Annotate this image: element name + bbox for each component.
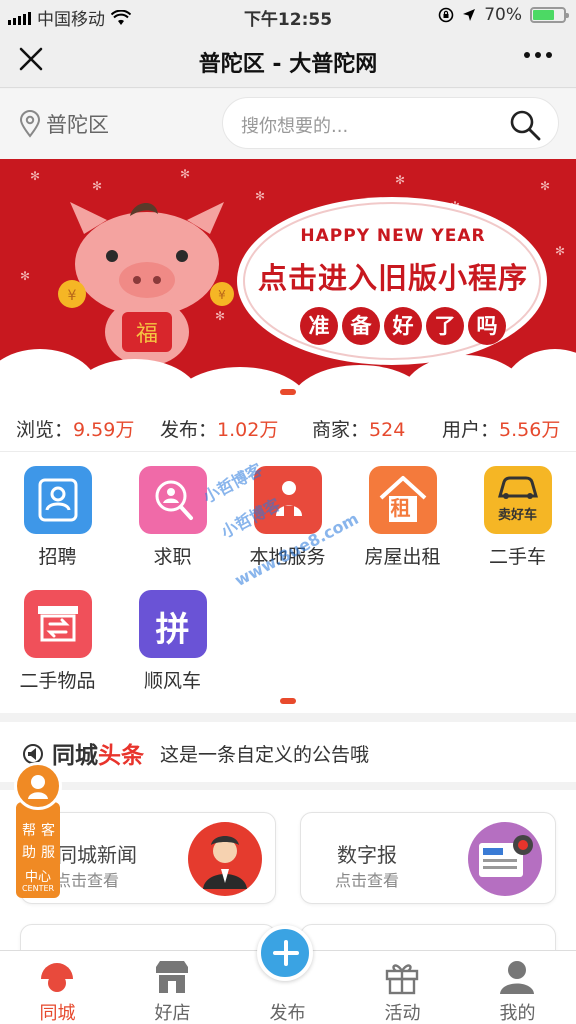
banner-sub-char: 准 (300, 307, 338, 345)
search-person-icon[interactable] (138, 466, 207, 534)
location-label: 普陀区 (46, 113, 109, 137)
category-label: 求职 (153, 546, 192, 568)
tab-profile[interactable]: 我的 (460, 951, 575, 1024)
battery-percent: 70% (484, 5, 522, 25)
card-digital-paper[interactable]: 数字报 点击查看 (300, 812, 556, 904)
customer-service-icon[interactable] (14, 762, 62, 810)
banner-headline-en: HAPPY NEW YEAR (300, 226, 486, 246)
category-grid: 招聘 求职 本地服务 租 房屋出租 卖好车 二手车 二手物品 拼 顺风车 (0, 451, 576, 713)
car-icon[interactable]: 卖好车 (483, 466, 552, 534)
banner-page-indicator (280, 389, 296, 395)
help-center-body[interactable]: 帮助 客服 中心 CENTER (16, 802, 60, 898)
banner-subline: 准备好了吗 (300, 307, 506, 345)
carpool-icon[interactable]: 拼 (138, 590, 207, 658)
svg-text:¥: ¥ (218, 288, 226, 302)
pig-mascot-image: 福 ¥ ¥ (58, 202, 234, 366)
card-title: 数字报 (337, 843, 397, 867)
banner-headline-cn: 点击进入旧版小程序 (257, 261, 528, 295)
fu-text: 福 (136, 322, 158, 347)
category-used-car[interactable]: 卖好车 二手车 (460, 466, 575, 569)
banner-sub-char: 了 (426, 307, 464, 345)
rotation-lock-icon (438, 7, 454, 23)
user-icon (500, 961, 534, 994)
tab-label: 同城 (39, 1003, 76, 1024)
card-title: 同城新闻 (57, 843, 137, 867)
promo-banner[interactable]: ✻ ✻ ✻ ✻ ✻ ✻ ✻ ✻ ✻ ✻ ✻ 福 ¥ ¥ (0, 159, 576, 401)
tab-publish[interactable]: 发布 (230, 925, 345, 1024)
resume-icon[interactable] (23, 466, 92, 534)
card-subtitle: 点击查看 (335, 871, 400, 890)
search-input[interactable]: 搜你想要的... (222, 97, 559, 149)
gift-icon (385, 964, 419, 995)
card-subtitle: 点击查看 (55, 871, 120, 890)
rent-badge: 租 (390, 496, 411, 520)
search-placeholder: 搜你想要的... (241, 116, 349, 137)
location-selector[interactable]: 普陀区 (18, 109, 109, 139)
newspaper-icon (468, 822, 542, 896)
help-center-button[interactable]: 帮助 客服 中心 CENTER (14, 762, 62, 900)
category-label: 顺风车 (143, 670, 201, 692)
search-icon[interactable] (508, 108, 542, 142)
svg-text:¥: ¥ (68, 288, 77, 304)
house-rent-icon[interactable]: 租 (368, 466, 437, 534)
reporter-avatar-icon (188, 822, 262, 896)
notice-text: 这是一条自定义的公告哦 (160, 744, 370, 766)
stats-bar: 浏览：9.59万 发布：1.02万 商家：524 用户：5.56万 (0, 401, 576, 451)
notice-bar[interactable]: 同城头条 这是一条自定义的公告哦 (0, 722, 576, 782)
banner-sub-char: 吗 (468, 307, 506, 345)
banner-sub-char: 备 (342, 307, 380, 345)
category-label: 房屋出租 (364, 546, 441, 568)
stat-merchants: 商家：524 (312, 419, 406, 441)
category-label: 招聘 (38, 546, 77, 568)
category-house-rent[interactable]: 租 房屋出租 (345, 466, 460, 569)
status-bar: 中国移动 下午12:55 70% (0, 0, 576, 30)
page-title: 普陀区 - 大普陀网 (198, 52, 378, 77)
grid-page-indicator (280, 698, 296, 704)
carpool-badge: 拼 (155, 610, 190, 650)
more-button[interactable] (522, 40, 554, 77)
stat-posts: 发布：1.02万 (160, 419, 279, 441)
category-recruit[interactable]: 招聘 (0, 466, 115, 569)
home-icon (41, 963, 73, 992)
stat-users: 用户：5.56万 (442, 419, 561, 441)
tab-local[interactable]: 同城 (0, 951, 115, 1024)
banner-sub-char: 好 (384, 307, 422, 345)
battery-icon (530, 7, 569, 23)
map-pin-icon (19, 110, 41, 138)
tab-label: 活动 (384, 1003, 421, 1024)
category-label: 二手车 (488, 546, 546, 568)
exchange-box-icon[interactable] (23, 590, 92, 658)
help-center-label: 中心 (24, 870, 51, 885)
tab-bar: 同城 好店 发布 活动 我的 (0, 925, 576, 1024)
search-row: 普陀区 搜你想要的... (0, 89, 576, 159)
category-label: 二手物品 (19, 670, 96, 692)
tab-activities[interactable]: 活动 (345, 951, 460, 1024)
stat-views: 浏览：9.59万 (16, 419, 135, 441)
category-used-goods[interactable]: 二手物品 (0, 590, 115, 693)
tab-label: 发布 (269, 1003, 306, 1024)
more-icon[interactable] (522, 40, 554, 70)
store-icon (156, 961, 188, 993)
tab-label: 我的 (499, 1003, 536, 1024)
category-carpool[interactable]: 拼 顺风车 (115, 590, 230, 693)
car-badge: 卖好车 (497, 508, 537, 523)
help-center-label-en: CENTER (21, 884, 55, 893)
nav-bar: 普陀区 - 大普陀网 (0, 30, 576, 88)
plus-icon[interactable] (257, 925, 313, 981)
tab-stores[interactable]: 好店 (115, 951, 230, 1024)
tab-label: 好店 (154, 1003, 191, 1024)
location-arrow-icon (463, 9, 476, 21)
